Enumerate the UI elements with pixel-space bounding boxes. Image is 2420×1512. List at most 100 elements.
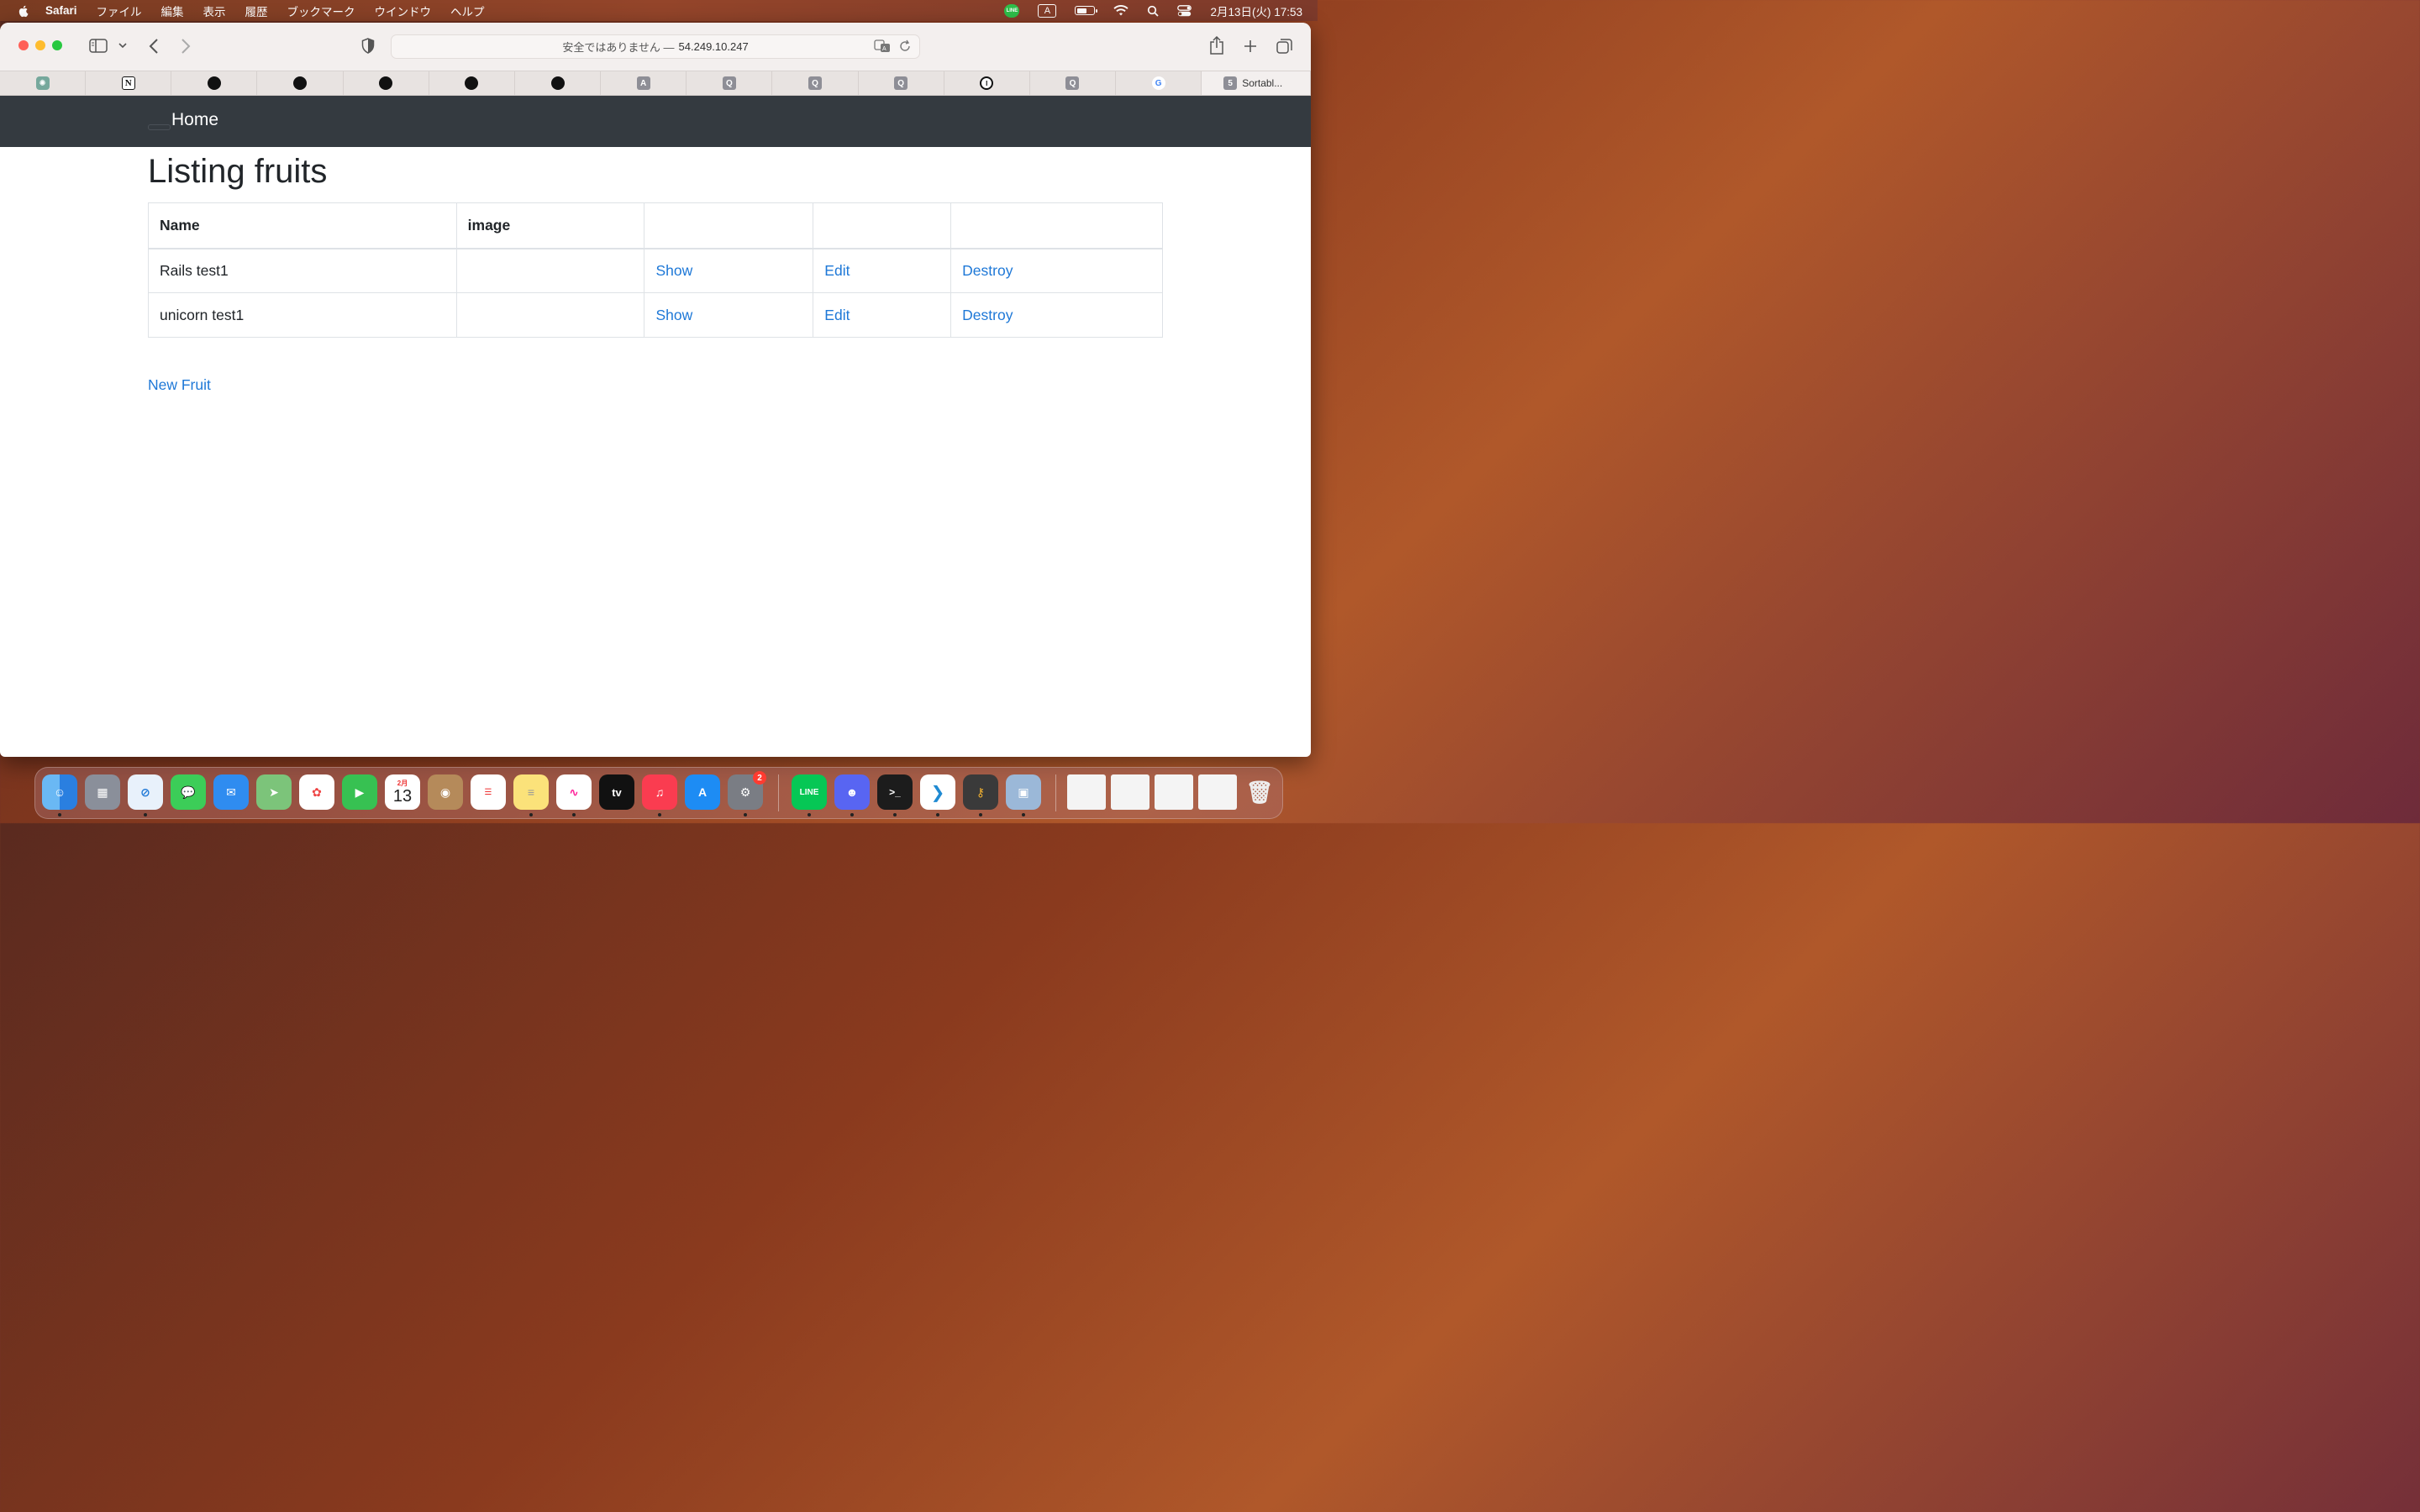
minimize-window-button[interactable] — [35, 40, 45, 50]
search-icon[interactable] — [1147, 5, 1160, 17]
keychain-icon[interactable]: ⚷ — [963, 774, 998, 810]
control-center-icon[interactable] — [1177, 4, 1192, 17]
active-tab[interactable]: 5 Sortabl... — [1202, 71, 1311, 95]
favorite-notion[interactable]: N — [86, 71, 172, 95]
recent-window-thumbnail[interactable] — [1198, 774, 1237, 810]
menu-edit[interactable]: 編集 — [161, 3, 184, 19]
column-header-name: Name — [148, 202, 457, 249]
apple-tv-label: tv — [612, 785, 622, 799]
edit-cell: Edit — [813, 248, 952, 293]
favorite-github[interactable] — [344, 71, 429, 95]
favorites-bar: ✺ N A Q Q Q I Q G 5 Sortabl... — [0, 71, 1311, 96]
menu-window[interactable]: ウインドウ — [375, 3, 432, 19]
line-status-icon[interactable]: LINE — [1004, 3, 1020, 18]
edit-cell: Edit — [813, 292, 952, 338]
mail-icon[interactable]: ✉ — [213, 774, 249, 810]
site-navbar: Home — [0, 96, 1311, 147]
chevron-down-icon[interactable] — [118, 43, 127, 49]
reminders-icon[interactable]: ☰ — [471, 774, 506, 810]
launchpad-icon[interactable]: ▦ — [85, 774, 120, 810]
window-controls — [18, 40, 62, 50]
menu-file[interactable]: ファイル — [97, 3, 142, 19]
address-bar[interactable]: 安全ではありません — 54.249.10.247 A — [391, 34, 920, 59]
fruit-image-cell — [455, 292, 645, 338]
sidebar-toggle-icon[interactable] — [89, 39, 108, 53]
destroy-link[interactable]: Destroy — [962, 307, 1013, 323]
recent-window-thumbnail[interactable] — [1155, 774, 1193, 810]
favorite-github[interactable] — [171, 71, 258, 95]
menu-history[interactable]: 履歴 — [245, 3, 268, 19]
wifi-icon[interactable] — [1113, 4, 1129, 17]
fruit-name-cell: Rails test1 — [148, 248, 457, 293]
photos-icon[interactable]: ✿ — [299, 774, 334, 810]
forward-icon[interactable] — [181, 39, 191, 54]
close-window-button[interactable] — [18, 40, 29, 50]
music-icon[interactable]: ♫ — [642, 774, 677, 810]
edit-link[interactable]: Edit — [824, 307, 850, 323]
new-tab-icon[interactable] — [1244, 39, 1257, 53]
menu-app-name[interactable]: Safari — [45, 4, 77, 17]
freeform-icon[interactable]: ∿ — [556, 774, 592, 810]
tab-title: Sortabl... — [1242, 77, 1283, 89]
vscode-icon[interactable]: ❯ — [920, 774, 955, 810]
favorite-github[interactable] — [515, 71, 602, 95]
favorite-qiita[interactable]: Q — [1030, 71, 1117, 95]
menu-view[interactable]: 表示 — [203, 3, 226, 19]
terminal-icon[interactable]: >_ — [877, 774, 913, 810]
favorite-qiita[interactable]: Q — [772, 71, 859, 95]
apple-icon[interactable] — [17, 4, 30, 18]
favorite-qiita[interactable]: Q — [687, 71, 773, 95]
facetime-icon[interactable]: ▶ — [342, 774, 377, 810]
destroy-cell: Destroy — [950, 292, 1163, 338]
tab-overview-icon[interactable] — [1276, 38, 1293, 54]
show-link[interactable]: Show — [655, 262, 692, 279]
running-indicator — [936, 813, 939, 816]
qiita-icon: Q — [1065, 76, 1080, 90]
chatgpt-icon: ✺ — [35, 76, 50, 90]
apple-tv-icon[interactable]: tv — [599, 774, 634, 810]
favorite-github[interactable] — [257, 71, 344, 95]
new-fruit-link[interactable]: New Fruit — [148, 376, 1163, 394]
maps-icon[interactable]: ➤ — [256, 774, 292, 810]
favorite-google[interactable]: G — [1116, 71, 1202, 95]
home-link[interactable]: Home — [171, 110, 218, 130]
translate-icon[interactable]: A — [874, 39, 891, 53]
menu-help[interactable]: ヘルプ — [450, 3, 485, 19]
show-link[interactable]: Show — [655, 307, 692, 323]
favorite-a[interactable]: A — [601, 71, 687, 95]
share-icon[interactable] — [1209, 36, 1224, 55]
favorite-github[interactable] — [429, 71, 515, 95]
recent-window-thumbnail[interactable] — [1111, 774, 1150, 810]
favorite-qiita[interactable]: Q — [859, 71, 944, 95]
reload-icon[interactable] — [899, 39, 911, 53]
safari-icon[interactable]: ⊘ — [128, 774, 163, 810]
fruits-table: Name image Rails test1 Show Edit Destroy… — [148, 202, 1163, 338]
app-store-icon[interactable]: A — [685, 774, 720, 810]
favorite-chatgpt[interactable]: ✺ — [0, 71, 87, 95]
preview-icon[interactable]: ▣ — [1006, 774, 1041, 810]
notification-badge: 2 — [753, 771, 766, 785]
trash-icon[interactable]: 🗑 — [1242, 774, 1277, 810]
edit-link[interactable]: Edit — [824, 262, 850, 279]
contacts-icon[interactable]: ◉ — [428, 774, 463, 810]
finder-icon[interactable]: ☺ — [42, 774, 77, 810]
recent-window-thumbnail[interactable] — [1067, 774, 1106, 810]
back-icon[interactable] — [149, 39, 159, 54]
page-title: Listing fruits — [148, 153, 328, 190]
privacy-shield-icon[interactable] — [361, 38, 375, 54]
line-app-icon[interactable]: LINE — [792, 774, 827, 810]
notes-icon[interactable]: ≡ — [513, 774, 549, 810]
calendar-icon[interactable]: 2月 13 — [385, 774, 420, 810]
navbar-toggler-button[interactable] — [148, 124, 171, 130]
menubar-clock[interactable]: 2月13日(火) 17:53 — [1210, 3, 1302, 19]
system-settings-icon[interactable]: ⚙ 2 — [728, 771, 766, 810]
messages-icon[interactable]: 💬 — [171, 774, 206, 810]
discord-icon[interactable]: ☻ — [834, 774, 870, 810]
calendar-month: 2月 — [397, 779, 408, 787]
battery-icon[interactable] — [1075, 6, 1098, 15]
zoom-window-button[interactable] — [52, 40, 62, 50]
input-mode-icon[interactable]: A — [1038, 3, 1057, 18]
destroy-link[interactable]: Destroy — [962, 262, 1013, 279]
menu-bookmarks[interactable]: ブックマーク — [287, 3, 355, 19]
favorite-onepassword[interactable]: I — [944, 71, 1030, 95]
